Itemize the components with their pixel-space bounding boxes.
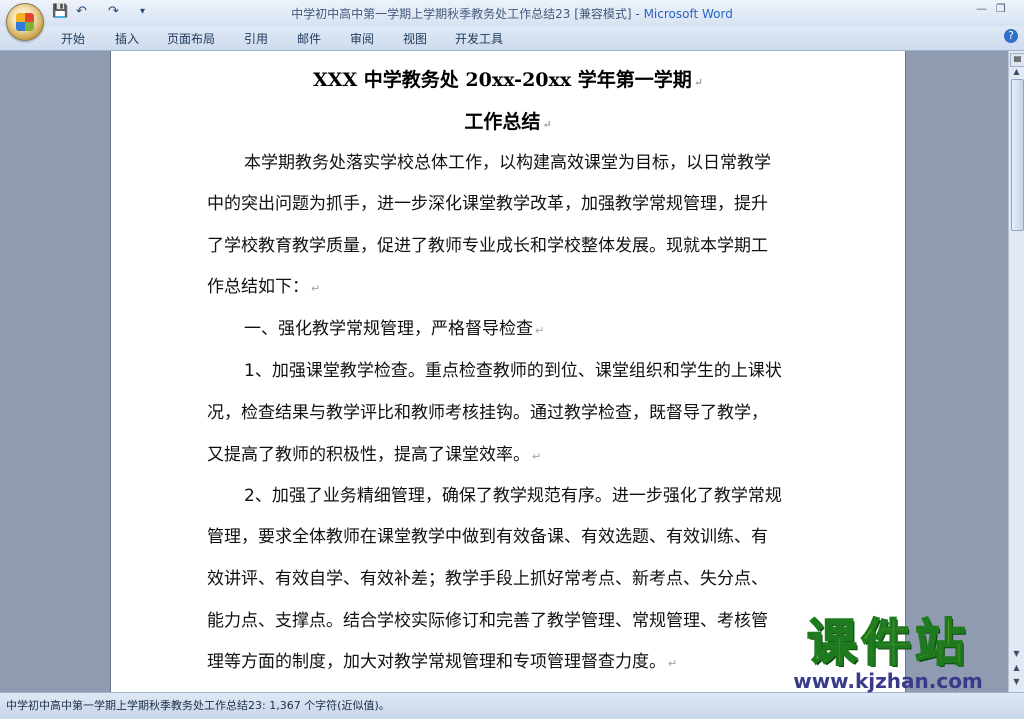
tab-view[interactable]: 视图	[403, 30, 427, 47]
watermark-logo: 课件站 www.kjzhan.com	[768, 614, 1008, 693]
body-line: 1、加强课堂教学检查。重点检查教师的到位、课堂组织和学生的上课状	[244, 361, 782, 381]
body-line: 了学校教育教学质量，促进了教师专业成长和学校整体发展。现就本学期工	[207, 236, 768, 256]
body-line: 能力点、支撑点。结合学校实际修订和完善了教学管理、常规管理、考核管	[207, 611, 768, 631]
tab-insert[interactable]: 插入	[115, 30, 139, 47]
app-name: Microsoft Word	[643, 7, 733, 21]
tab-mailings[interactable]: 邮件	[297, 30, 321, 47]
tab-developer[interactable]: 开发工具	[455, 30, 503, 47]
watermark-url: www.kjzhan.com	[793, 669, 983, 693]
status-text: 中学初中高中第一学期上学期秋季教务处工作总结23: 1,367 个字符(近似值)…	[6, 699, 390, 712]
doc-title-line-1: XXX 中学教务处 20xx-20xx 学年第一学期 ↵	[312, 69, 704, 91]
body-line: 管理，要求全体教师在课堂教学中做到有效备课、有效选题、有效训练、有	[207, 527, 768, 547]
tab-review[interactable]: 审阅	[350, 30, 374, 47]
body-line: 效讲评、有效自学、有效补差；教学手段上抓好常考点、新考点、失分点、	[207, 569, 768, 589]
document-page[interactable]: XXX 中学教务处 20xx-20xx 学年第一学期 ↵ 工作总结 ↵ 本学期教务处…	[110, 51, 906, 692]
status-bar: 中学初中高中第一学期上学期秋季教务处工作总结23: 1,367 个字符(近似值)…	[0, 692, 1024, 719]
body-line: 又提高了教师的积极性，提高了课堂效率。 ↵	[207, 445, 542, 465]
scroll-thumb[interactable]	[1011, 79, 1024, 231]
body-line: 中的突出问题为抓手，进一步深化课堂教学改革，加强教学常规管理，提升	[207, 194, 768, 214]
view-ruler-icon[interactable]: ▤	[1010, 53, 1024, 67]
tab-references[interactable]: 引用	[244, 30, 268, 47]
help-icon[interactable]: ?	[1004, 29, 1018, 43]
ribbon-tab-bar: 开始 插入 页面布局 引用 邮件 审阅 视图 开发工具 ?	[0, 26, 1024, 51]
vertical-scrollbar[interactable]: ▤ ▲ ▼ ▲ ▼	[1008, 51, 1024, 692]
scroll-up-icon[interactable]: ▲	[1010, 67, 1023, 79]
office-button[interactable]	[6, 3, 44, 41]
previous-page-icon[interactable]: ▲	[1010, 663, 1023, 675]
body-line: 2、加强了业务精细管理，确保了教学规范有序。进一步强化了教学常规	[244, 486, 782, 506]
watermark-text: 课件站	[806, 614, 969, 672]
tab-page-layout[interactable]: 页面布局	[167, 30, 215, 47]
doc-title-line-2: 工作总结 ↵	[464, 111, 552, 133]
body-line: 本学期教务处落实学校总体工作，以构建高效课堂为目标，以日常教学	[244, 153, 771, 173]
minimize-button[interactable]: —	[976, 2, 987, 15]
tab-home[interactable]: 开始	[61, 30, 85, 47]
restore-button[interactable]: ❐	[996, 2, 1006, 15]
window-title: 中学初中高中第一学期上学期秋季教务处工作总结23 [兼容模式] - Micros…	[0, 5, 1024, 22]
body-line: 作总结如下： ↵	[207, 277, 321, 297]
title-bar: 💾 ↶ ↷ ▾ 中学初中高中第一学期上学期秋季教务处工作总结23 [兼容模式] …	[0, 0, 1024, 41]
next-page-icon[interactable]: ▼	[1010, 677, 1023, 689]
body-line: 理等方面的制度，加大对教学常规管理和专项管理督查力度。 ↵	[207, 652, 678, 672]
scroll-down-icon[interactable]: ▼	[1010, 649, 1023, 661]
office-logo-icon	[16, 13, 34, 31]
document-title: 中学初中高中第一学期上学期秋季教务处工作总结23 [兼容模式] -	[291, 7, 644, 21]
body-line: 况，检查结果与教学评比和教师考核挂钩。通过教学检查，既督导了教学，	[207, 403, 768, 423]
section-heading: 一、强化教学常规管理，严格督导检查 ↵	[244, 319, 545, 339]
document-area: XXX 中学教务处 20xx-20xx 学年第一学期 ↵ 工作总结 ↵ 本学期教务处…	[0, 51, 1008, 692]
